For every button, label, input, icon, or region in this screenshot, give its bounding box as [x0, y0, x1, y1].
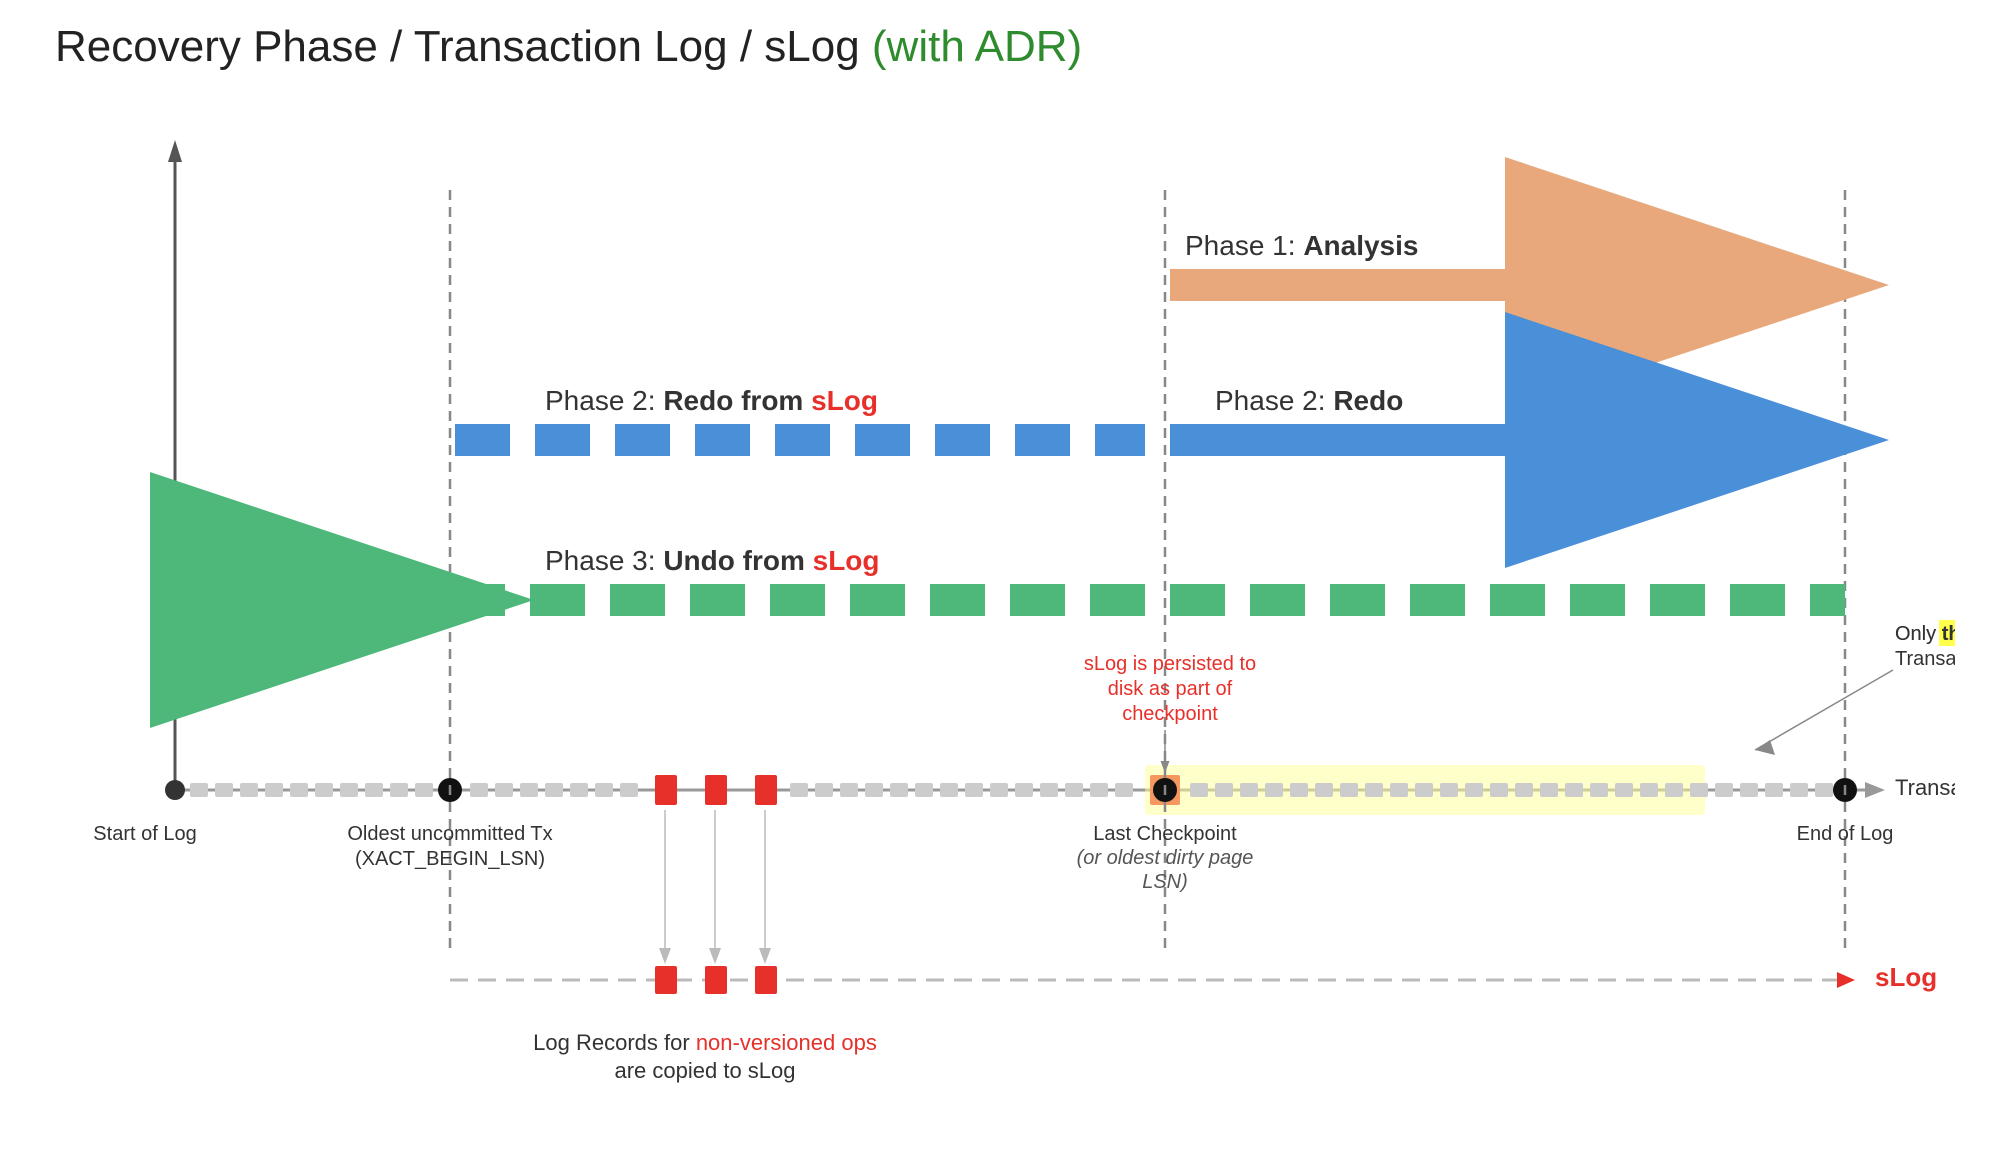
slog-persisted-2: disk as part of	[1108, 678, 1233, 700]
lsn-label: LSN)	[1142, 871, 1188, 893]
phase2-slog-label: Phase 2: Redo from sLog	[545, 385, 878, 416]
slog-red-2	[705, 966, 727, 994]
are-copied-label: are copied to sLog	[614, 1058, 795, 1083]
oldest-tx-label: Oldest uncommitted Tx	[347, 823, 552, 845]
phase2-redo-label: Phase 2: Redo	[1215, 385, 1403, 416]
title-part2: (with ADR)	[872, 22, 1082, 71]
page-container: Recovery Phase / Transaction Log / sLog …	[0, 0, 2001, 1152]
slog-axis-label: sLog	[1875, 962, 1937, 992]
xact-begin-label: (XACT_BEGIN_LSN)	[355, 848, 545, 870]
last-checkpoint-label: Last Checkpoint	[1093, 823, 1237, 845]
slog-red-1	[655, 966, 677, 994]
end-of-log-label: End of Log	[1797, 823, 1894, 845]
phase3-label: Phase 3: Undo from sLog	[545, 545, 880, 576]
transaction-log-label: Transaction Log	[1895, 775, 1955, 800]
phase1-label: Phase 1: Analysis	[1185, 230, 1418, 261]
this-portion-arrow	[1755, 670, 1893, 750]
start-of-log-dot	[165, 780, 185, 800]
page-title: Recovery Phase / Transaction Log / sLog …	[55, 22, 1082, 72]
diagram-svg: Transaction Log	[55, 110, 1955, 1110]
slog-persisted-3: checkpoint	[1122, 703, 1218, 725]
start-of-log-label: Start of Log	[93, 823, 196, 845]
log-records-label: Log Records for non-versioned ops	[533, 1030, 877, 1055]
title-part1: Recovery Phase / Transaction Log / sLog	[55, 22, 872, 71]
oldest-dirty-label: (or oldest dirty page	[1077, 847, 1254, 869]
slog-persisted-1: sLog is persisted to	[1084, 653, 1256, 675]
this-portion-2: Transaction Log is scanned.	[1895, 648, 1955, 670]
slog-red-3	[755, 966, 777, 994]
this-portion-1b: Only this portion of the	[1895, 623, 1955, 645]
